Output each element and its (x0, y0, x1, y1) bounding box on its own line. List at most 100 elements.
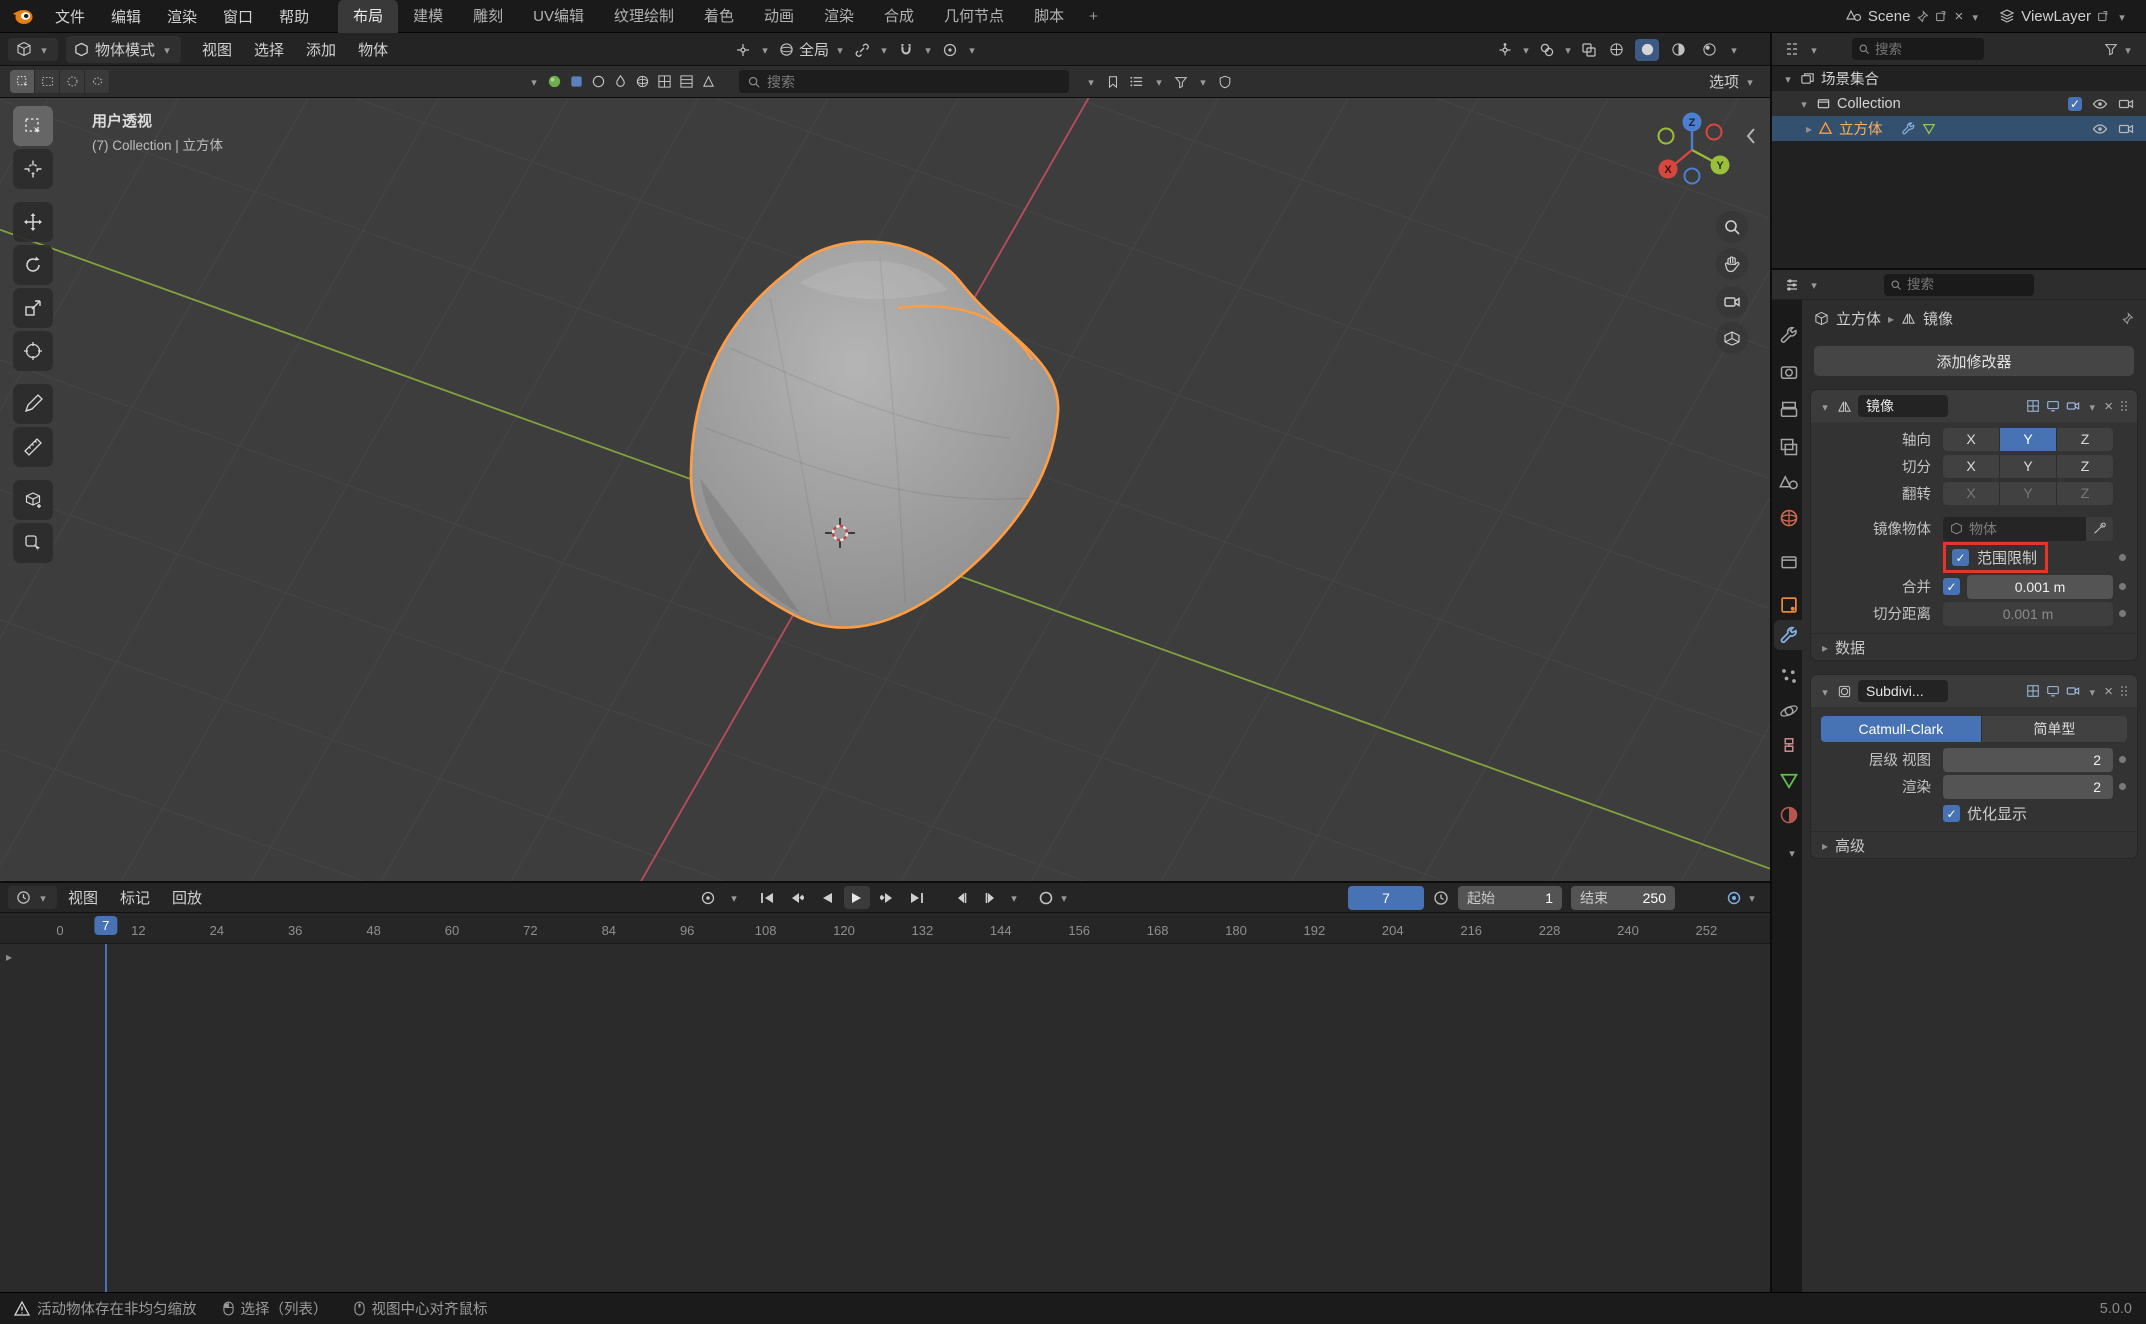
play-reverse-button[interactable] (814, 886, 840, 909)
shading-material-button[interactable] (1666, 39, 1690, 61)
collection-hide-eye-icon[interactable] (2092, 96, 2108, 112)
mirror-drag-handle-icon[interactable] (2119, 399, 2129, 413)
render-levels-decorator-dot[interactable] (2119, 783, 2126, 790)
particle-properties-tab[interactable] (1779, 666, 1799, 686)
cube-modifier-wrench-icon[interactable] (1901, 121, 1916, 136)
collection-properties-tab[interactable] (1779, 552, 1799, 572)
shading-dropdown-icon[interactable] (1728, 41, 1740, 58)
outliner-editor-icon[interactable] (1784, 41, 1800, 57)
workspace-tab-layout[interactable]: 布局 (338, 0, 398, 33)
mode-dropdown[interactable]: 物体模式 (66, 36, 181, 63)
filter-dropdown-icon[interactable] (1197, 73, 1209, 90)
mirror-axis-x-button[interactable]: X (1943, 428, 2000, 451)
outliner-filter-dropdown-icon[interactable] (2122, 41, 2134, 58)
sync-icon[interactable] (1726, 890, 1742, 906)
mirror-modifier-header[interactable]: 镜像 (1811, 390, 2137, 422)
object-data-properties-tab[interactable] (1779, 771, 1799, 791)
xray-toggle-icon[interactable] (1581, 42, 1597, 58)
rotate-tool[interactable] (13, 245, 53, 285)
orientation-dropdown[interactable]: 全局 (779, 39, 846, 60)
shield-icon[interactable] (1218, 75, 1232, 89)
playhead-frame-badge[interactable]: 7 (94, 916, 117, 935)
workspace-tab-compositing[interactable]: 合成 (869, 0, 929, 33)
scene-collection-name[interactable]: 场景集合 (1821, 68, 1879, 89)
transform-pivot-icon[interactable] (735, 42, 751, 58)
current-frame-field[interactable]: 7 (1348, 886, 1424, 910)
clipping-checkbox[interactable] (1952, 549, 1969, 566)
outliner-search-field[interactable] (1852, 38, 1984, 60)
timeline-editor-type-button[interactable] (8, 886, 57, 909)
header-icon-globe[interactable] (635, 74, 650, 89)
mirror-edit-mode-toggle-icon[interactable] (2026, 399, 2040, 413)
annotate-tool[interactable] (13, 384, 53, 424)
timeline-menu-playback[interactable]: 回放 (161, 887, 213, 908)
header-icon-square-blue[interactable] (569, 74, 584, 89)
header-icon-grid-a[interactable] (657, 74, 672, 89)
blender-logo-icon[interactable] (10, 3, 36, 29)
view-layer-dropdown-icon[interactable] (2116, 8, 2128, 25)
show-overlays-icon[interactable] (1539, 42, 1555, 58)
workspace-tab-geometry-nodes[interactable]: 几何节点 (929, 0, 1019, 33)
unlink-scene-icon[interactable] (1954, 8, 1963, 25)
subdivision-render-toggle-icon[interactable] (2066, 684, 2080, 698)
properties-search-input[interactable] (1907, 277, 1997, 292)
timeline-track-area[interactable] (0, 944, 1770, 1292)
mirror-flip-x-button[interactable]: X (1943, 482, 2000, 505)
mesh-cube-object[interactable] (691, 242, 1058, 628)
options-dropdown[interactable]: 选项 (1709, 71, 1756, 92)
pan-hand-button[interactable] (1716, 248, 1748, 280)
previous-keyframe-button[interactable] (784, 886, 810, 909)
outliner-row-scene-collection[interactable]: 场景集合 (1772, 66, 2146, 91)
constraint-properties-tab[interactable] (1779, 735, 1799, 755)
mirror-axis-y-button[interactable]: Y (2000, 428, 2057, 451)
timeline-menu-view[interactable]: 视图 (57, 887, 109, 908)
properties-search-field[interactable] (1884, 274, 2034, 296)
outliner-row-collection[interactable]: Collection (1772, 91, 2146, 116)
frame-end-field[interactable]: 结束 250 (1571, 886, 1675, 910)
transform-tool[interactable] (13, 331, 53, 371)
physics-properties-tab[interactable] (1779, 701, 1799, 721)
mirror-modifier-name-field[interactable]: 镜像 (1858, 395, 1948, 417)
viewport-search-field[interactable] (739, 70, 1069, 93)
view-layer-properties-tab[interactable] (1779, 437, 1799, 457)
workspace-tab-sculpting[interactable]: 雕刻 (458, 0, 518, 33)
snap-settings-dropdown-icon[interactable] (922, 41, 934, 58)
merge-checkbox[interactable] (1943, 578, 1960, 595)
view-layer-selector[interactable]: ViewLayer (1993, 6, 2134, 27)
subdivision-delete-icon[interactable] (2104, 683, 2113, 700)
mirror-render-toggle-icon[interactable] (2066, 399, 2080, 413)
add-workspace-button[interactable]: + (1079, 0, 1108, 33)
workspace-tab-texture-paint[interactable]: 纹理绘制 (599, 0, 689, 33)
mirror-realtime-toggle-icon[interactable] (2046, 399, 2060, 413)
sidebar-collapse-arrow[interactable] (1744, 126, 1758, 146)
mirror-panel-expand-icon[interactable] (1819, 398, 1831, 415)
outliner-filter-icon[interactable] (2104, 42, 2118, 56)
select-box-tool[interactable] (13, 106, 53, 146)
optimal-display-checkbox[interactable] (1943, 805, 1960, 822)
mirror-bisect-z-button[interactable]: Z (2057, 455, 2113, 478)
auto-keying-icon[interactable] (1038, 890, 1054, 906)
tabs-overflow-chevron-icon[interactable] (1782, 844, 1802, 864)
channels-disclosure-icon[interactable] (6, 948, 12, 965)
step-forward-button[interactable] (978, 886, 1004, 909)
simple-button[interactable]: 简单型 (1982, 716, 2127, 742)
bookmark-icon[interactable] (1106, 75, 1120, 89)
scene-collection-expand-icon[interactable] (1782, 71, 1794, 87)
proportional-edit-icon[interactable] (942, 42, 958, 58)
playhead-line[interactable] (105, 944, 107, 1292)
collection-render-camera-icon[interactable] (2118, 96, 2134, 112)
cube-mesh-data-icon[interactable] (1922, 122, 1936, 136)
collection-expand-icon[interactable] (1798, 96, 1810, 112)
mirror-bisect-y-button[interactable]: Y (2000, 455, 2057, 478)
collection-exclude-checkbox[interactable] (2068, 97, 2082, 111)
proportional-falloff-dropdown-icon[interactable] (966, 41, 978, 58)
header-collapse-dropdown-icon[interactable] (528, 73, 540, 90)
menu-select[interactable]: 选择 (243, 39, 295, 60)
header-icon-grid-c[interactable] (701, 74, 716, 89)
cursor-tool[interactable] (13, 149, 53, 189)
subdivision-realtime-toggle-icon[interactable] (2046, 684, 2060, 698)
merge-threshold-field[interactable]: 0.001 m (1967, 575, 2113, 599)
new-scene-icon[interactable] (1935, 10, 1948, 23)
outliner-search-input[interactable] (1875, 42, 1965, 57)
auto-keying-dropdown-icon[interactable] (1058, 889, 1070, 906)
